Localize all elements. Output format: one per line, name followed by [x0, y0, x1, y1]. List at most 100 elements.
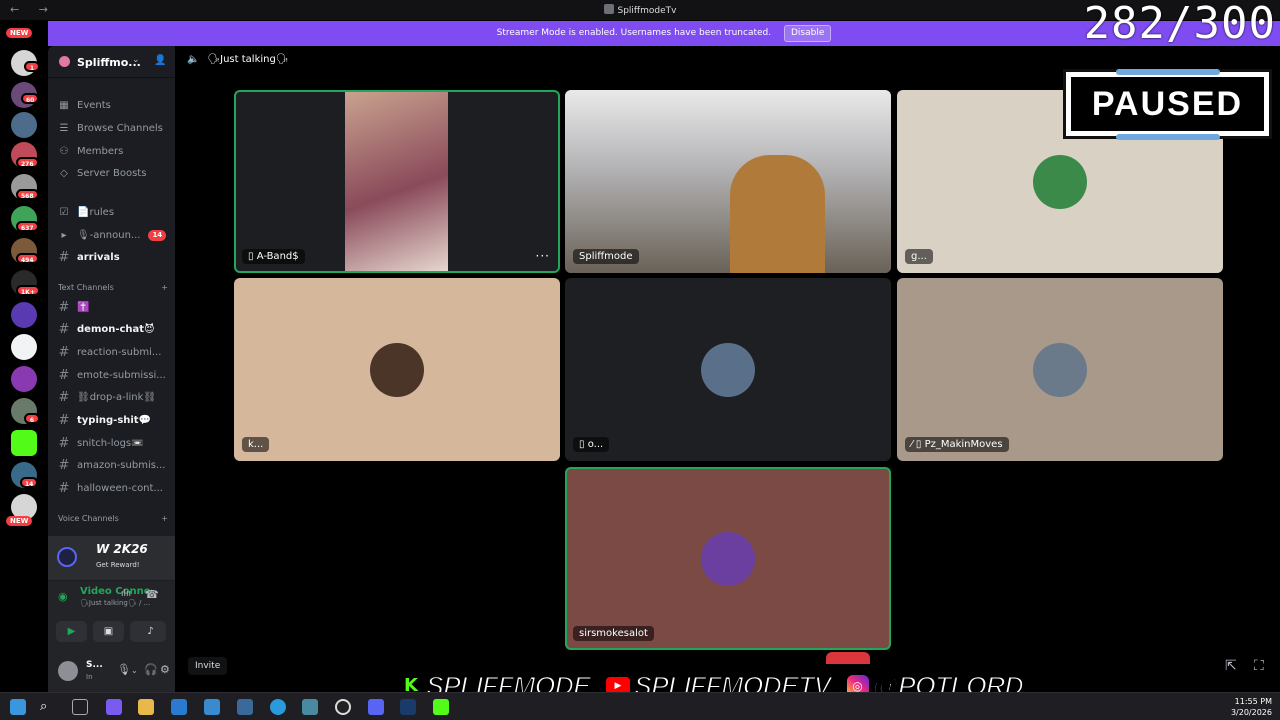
text-channel[interactable]: # snitch-logs📼 — [58, 434, 144, 452]
nav-members-label: Members — [77, 145, 124, 157]
fullscreen-icon[interactable]: ⛶ — [1254, 658, 1264, 674]
server-icon[interactable] — [11, 366, 37, 392]
server-badge: 494 — [16, 253, 39, 264]
task-view-icon[interactable] — [72, 699, 88, 715]
outlook-icon[interactable] — [171, 699, 187, 715]
channel-label: 📄rules — [77, 206, 115, 218]
obs-icon[interactable] — [335, 699, 351, 715]
copilot-icon[interactable] — [106, 699, 122, 715]
text-channel[interactable]: # ⛓drop-a-link⛓ — [58, 388, 157, 406]
server-header[interactable]: Spliffmo... ⌄ 👤 — [48, 46, 175, 78]
channel-label: typing-shit💬 — [77, 414, 152, 426]
participant-tile[interactable]: k... — [234, 278, 560, 461]
steam-icon[interactable] — [400, 699, 416, 715]
discord-icon[interactable] — [368, 699, 384, 715]
channel-rules[interactable]: ☑ 📄rules — [58, 203, 115, 221]
server-badge: 637 — [16, 221, 39, 232]
soundboard-button[interactable]: ♪ — [135, 621, 166, 642]
plus-icon[interactable]: + — [161, 514, 168, 523]
phone-icon: ▯ — [915, 439, 922, 450]
chevron-down-icon[interactable]: ⌄ — [132, 55, 140, 65]
participant-tile[interactable]: ▯ o... — [565, 278, 891, 461]
text-channel[interactable]: # halloween-cont... — [58, 479, 163, 497]
disable-button[interactable]: Disable — [783, 25, 832, 42]
disconnect-button[interactable] — [826, 652, 870, 664]
store-icon[interactable] — [204, 699, 220, 715]
hash-icon: # — [58, 435, 70, 451]
user-panel: S... In 🎙 ⌄ 🎧 ⚙ — [48, 651, 175, 692]
file-explorer-icon[interactable] — [138, 699, 154, 715]
server-badge: 1K+ — [16, 285, 40, 296]
app-icon[interactable] — [302, 699, 318, 715]
voice-status: Video Connected — [80, 586, 152, 597]
kick-app-icon[interactable] — [433, 699, 449, 715]
gear-icon[interactable]: ⚙ — [160, 663, 170, 676]
participant-label: A-Band$ — [256, 251, 299, 262]
channel-label: ⛓drop-a-link⛓ — [77, 391, 157, 403]
server-badge: 6 — [24, 413, 40, 424]
get-reward-link[interactable]: Get Reward! — [96, 561, 140, 569]
add-person-icon[interactable]: 👤 — [154, 55, 166, 66]
participant-tile[interactable]: ⁄ ▯ Pz_MakinMoves — [897, 278, 1223, 461]
text-channel[interactable]: # typing-shit💬 — [58, 411, 152, 429]
channel-announcements[interactable]: ▸ 🎙-announ... 14 — [58, 226, 167, 244]
paused-label: PAUSED — [1071, 77, 1264, 131]
search-icon[interactable]: ⌕ — [40, 699, 56, 715]
participant-name: ▯ o... — [573, 437, 610, 452]
edge-icon[interactable] — [270, 699, 286, 715]
nav-server-boosts[interactable]: ◇ Server Boosts — [58, 164, 146, 182]
server-badge: 568 — [16, 189, 39, 200]
hash-icon: # — [58, 321, 70, 337]
clock[interactable]: 11:55 PM 3/20/2026 — [1231, 696, 1272, 718]
popout-icon[interactable]: ⇱ — [1225, 658, 1237, 674]
nav-events[interactable]: ▦ Events — [58, 96, 111, 114]
server-icon[interactable] — [11, 112, 37, 138]
participant-label: o... — [587, 439, 604, 450]
chevron-down-icon[interactable]: ⌄ — [131, 666, 138, 675]
participant-tile[interactable]: sirsmokesalot — [565, 467, 891, 650]
channel-label: 🎙-announ... — [77, 229, 141, 241]
phone-icon: ▯ — [248, 251, 254, 262]
text-channel[interactable]: # emote-submissi... — [58, 366, 166, 384]
username: S... — [86, 660, 103, 670]
headphones-icon[interactable]: 🎧 — [144, 663, 158, 676]
invite-button[interactable]: Invite — [188, 657, 228, 675]
channel-arrivals[interactable]: # arrivals — [58, 248, 120, 266]
signal-icon[interactable]: ◉ — [58, 590, 68, 603]
screen-share-button[interactable]: ▣ — [93, 621, 124, 642]
paused-overlay: PAUSED — [1063, 69, 1272, 140]
participant-avatar — [701, 342, 755, 397]
camera-button[interactable]: ▶ — [56, 621, 87, 642]
participant-avatar — [370, 342, 424, 397]
text-channel[interactable]: # ✝️ — [58, 298, 90, 316]
participant-tile[interactable]: ▯ A-Band$ ··· — [234, 90, 560, 273]
hash-icon: # — [58, 480, 70, 496]
server-icon[interactable] — [11, 334, 37, 360]
category-voice-channels[interactable]: Voice Channels + — [58, 514, 168, 523]
nav-browse-channels[interactable]: ☰ Browse Channels — [58, 119, 163, 137]
rules-icon: ☑ — [59, 206, 69, 218]
windows-start-icon[interactable] — [10, 699, 26, 715]
more-options-icon[interactable]: ··· — [536, 249, 550, 263]
noise-suppression-icon[interactable]: ılıı — [121, 589, 131, 599]
disconnect-icon[interactable]: ☎ — [145, 588, 159, 601]
voice-channel-path[interactable]: 🗣Just talking🗣 / ... — [80, 599, 150, 607]
app-icon[interactable] — [237, 699, 253, 715]
phone-icon: ▯ — [579, 439, 585, 450]
server-badge: 1 — [24, 61, 40, 72]
voice-stage: 🔈 🗣Just talking🗣 ▯ A-Band$ ··· Spliffmode… — [175, 46, 1280, 692]
server-icon[interactable] — [11, 302, 37, 328]
kick-server-icon[interactable] — [11, 430, 37, 456]
promo-card[interactable]: W 2K26 Get Reward! — [48, 536, 175, 580]
nav-boosts-label: Server Boosts — [77, 167, 147, 179]
participant-avatar — [1033, 154, 1087, 209]
avatar[interactable] — [58, 661, 78, 681]
text-channel[interactable]: # demon-chat😈 — [58, 320, 155, 338]
text-channel[interactable]: # reaction-submi... — [58, 343, 162, 361]
participant-tile[interactable]: Spliffmode — [565, 90, 891, 273]
nav-members[interactable]: ⚇ Members — [58, 142, 124, 160]
plus-icon[interactable]: + — [161, 283, 168, 292]
microphone-icon[interactable]: 🎙 — [117, 663, 131, 676]
text-channel[interactable]: # amazon-submis... — [58, 456, 166, 474]
category-text-channels[interactable]: Text Channels + — [58, 283, 168, 292]
